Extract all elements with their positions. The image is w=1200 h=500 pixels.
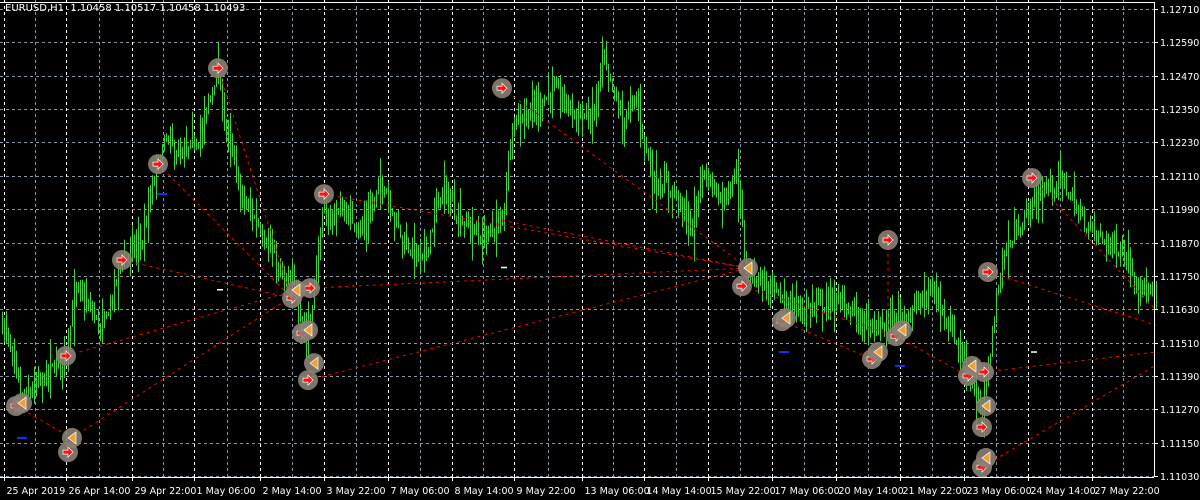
y-tick-label: 1.11990 <box>1160 205 1199 216</box>
trade-line <box>981 364 1157 468</box>
buy-arrow-icon <box>1022 168 1042 189</box>
y-tick-label: 1.11630 <box>1160 305 1199 316</box>
trade-line <box>65 289 297 357</box>
trade-line <box>1031 177 1157 311</box>
y-tick-label: 1.11870 <box>1160 239 1199 250</box>
buy-arrow-icon <box>972 417 992 438</box>
x-tick-label: 27 May 22:00 <box>1095 486 1160 497</box>
close-triangle-icon <box>298 320 318 341</box>
buy-arrow-icon <box>732 276 752 297</box>
x-tick-label: 13 May 06:00 <box>585 486 650 497</box>
y-tick-label: 1.11030 <box>1160 472 1199 483</box>
close-triangle-icon <box>962 355 982 376</box>
y-tick-label: 1.11750 <box>1160 272 1199 283</box>
buy-arrow-icon <box>298 370 318 391</box>
x-tick-label: 21 May 22:00 <box>903 486 968 497</box>
trade-line <box>121 259 293 299</box>
buy-arrow-icon <box>314 184 334 205</box>
x-tick-label: 24 May 14:00 <box>1031 486 1096 497</box>
x-tick-label: 7 May 06:00 <box>391 486 450 497</box>
buy-arrow-icon <box>56 345 76 366</box>
x-tick-label: 29 Apr 22:00 <box>135 486 197 497</box>
trade-line <box>501 219 749 269</box>
x-tick-label: 1 May 06:00 <box>197 486 256 497</box>
x-tick-label: 25 Apr 2019 <box>7 486 66 497</box>
x-tick-label: 17 May 06:00 <box>775 486 840 497</box>
y-tick-label: 1.12110 <box>1160 172 1199 183</box>
y-tick-label: 1.11390 <box>1160 372 1199 383</box>
x-tick-label: 8 May 14:00 <box>455 486 514 497</box>
y-tick-label: 1.12590 <box>1160 38 1199 49</box>
buy-arrow-icon <box>492 78 512 99</box>
close-triangle-icon <box>892 320 912 341</box>
y-tick-label: 1.12470 <box>1160 72 1199 83</box>
close-triangle-icon <box>12 393 32 414</box>
y-tick-label: 1.12230 <box>1160 138 1199 149</box>
buy-arrow-icon <box>978 261 998 282</box>
trade-line <box>983 351 1157 373</box>
y-tick-label: 1.11510 <box>1160 339 1199 350</box>
close-triangle-icon <box>976 447 996 468</box>
x-tick-label: 23 May 06:00 <box>967 486 1032 497</box>
buy-arrow-icon <box>208 58 228 79</box>
trade-line <box>217 68 293 299</box>
close-triangle-icon <box>868 342 888 363</box>
trade-line <box>157 163 293 299</box>
buy-arrow-icon <box>112 250 132 271</box>
y-tick-label: 1.11150 <box>1160 439 1199 450</box>
y-tick-label: 1.12350 <box>1160 105 1199 116</box>
y-tick-label: 1.11270 <box>1160 405 1199 416</box>
x-tick-label: 20 May 14:00 <box>839 486 904 497</box>
close-triangle-icon <box>738 258 758 279</box>
x-tick-label: 26 Apr 14:00 <box>69 486 131 497</box>
close-triangle-icon <box>976 395 996 416</box>
buy-arrow-icon <box>878 229 898 250</box>
x-tick-label: 14 May 14:00 <box>647 486 712 497</box>
price-chart[interactable]: 1.12710 1.12590 1.12470 1.12350 1.12230 1.121… <box>0 0 1200 500</box>
x-tick-label: 15 May 22:00 <box>711 486 776 497</box>
chart-title: EURUSD,H1 1.10458 1.10517 1.10458 1.1049… <box>5 3 246 14</box>
close-triangle-icon <box>62 427 82 448</box>
x-tick-label: 9 May 22:00 <box>517 486 576 497</box>
y-tick-label: 1.12710 <box>1160 5 1199 16</box>
close-triangle-icon <box>304 353 324 374</box>
close-triangle-icon <box>776 308 796 329</box>
x-tick-label: 3 May 22:00 <box>327 486 386 497</box>
x-tick-label: 2 May 14:00 <box>263 486 322 497</box>
close-triangle-icon <box>286 280 306 301</box>
buy-arrow-icon <box>148 154 168 175</box>
